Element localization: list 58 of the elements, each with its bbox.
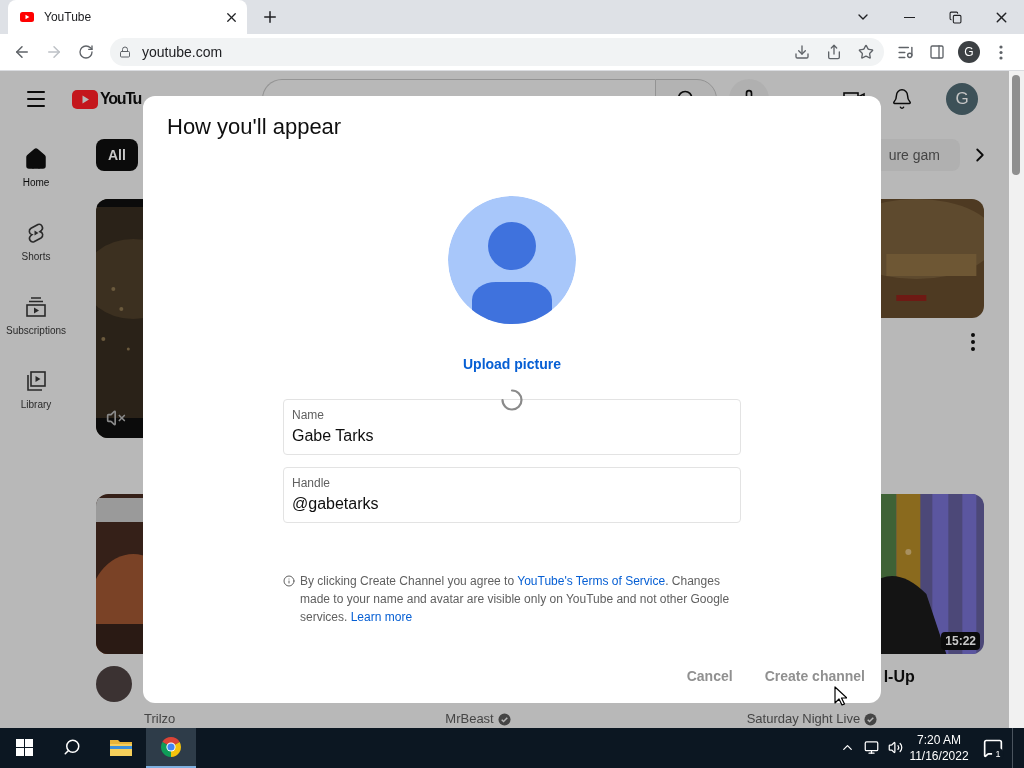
minimize-icon — [903, 16, 915, 18]
share-icon — [826, 44, 842, 60]
account-avatar[interactable]: G — [946, 83, 978, 115]
youtube-favicon-icon — [20, 12, 34, 22]
chrome-icon — [159, 735, 183, 759]
text-field[interactable]: Name Gabe Tarks — [283, 399, 741, 455]
message-icon — [983, 738, 1003, 758]
star-icon — [858, 44, 874, 60]
browser-tab[interactable]: YouTube — [8, 0, 247, 34]
upload-picture-link[interactable]: Upload picture — [463, 354, 561, 374]
url-text: youtube.com — [142, 44, 224, 60]
tab-title: YouTube — [44, 10, 93, 24]
bell-icon — [891, 88, 913, 110]
field-value: Gabe Tarks — [292, 426, 374, 446]
reload-icon — [78, 44, 94, 60]
sidebar-item[interactable]: Home — [0, 131, 72, 205]
mute-icon[interactable] — [106, 408, 126, 428]
scrollbar-thumb[interactable] — [1012, 75, 1020, 175]
logo-text[interactable]: YouTu — [100, 90, 141, 108]
youtube-logo-icon[interactable] — [72, 89, 98, 109]
channel-name[interactable]: MrBeast — [445, 711, 494, 727]
speaker-icon — [887, 739, 903, 755]
lock-icon — [119, 46, 131, 58]
scrollbar[interactable] — [1009, 71, 1024, 728]
learn-more-link[interactable]: Learn more — [350, 610, 413, 624]
dialog-title: How you'll appear — [167, 113, 343, 141]
download-icon — [794, 44, 810, 60]
field-value: @gabetarks — [292, 494, 379, 514]
info-icon — [283, 575, 295, 587]
channel-name[interactable]: Trilzo — [144, 711, 176, 727]
video-duration: 15:22 — [941, 632, 980, 650]
terms-notice: By clicking Create Channel you agree to YouTube's Terms of Service. Changes made to your name and avatar are visible only on YouTube and not other Google services. Learn more — [300, 573, 731, 626]
sidebar-item[interactable]: Library — [0, 353, 72, 427]
kebab-icon — [999, 44, 1003, 60]
address-bar[interactable]: youtube.com — [110, 38, 884, 66]
sidebar-item[interactable]: Shorts — [0, 205, 72, 279]
filter-chip[interactable]: All — [96, 139, 138, 171]
clock-time[interactable]: 7:20 AM — [917, 732, 961, 748]
field-label: Name — [292, 407, 325, 423]
taskbar-app-button[interactable] — [146, 728, 196, 768]
restore-icon — [948, 10, 962, 24]
plus-icon — [261, 8, 279, 26]
search-icon — [63, 738, 81, 756]
channel-avatar[interactable] — [96, 666, 132, 702]
folder-icon — [109, 737, 133, 757]
notification-count: 1 — [992, 748, 1004, 760]
monitor-icon — [863, 739, 879, 755]
avatar-icon — [448, 196, 576, 324]
clock-date[interactable]: 11/16/2022 — [909, 748, 969, 764]
forward-arrow-icon — [45, 43, 63, 61]
text-field[interactable]: Handle @gabetarks — [283, 467, 741, 523]
profile-button[interactable]: G — [958, 41, 980, 63]
channel-name[interactable]: Saturday Night Live — [746, 711, 861, 727]
side-panel-icon — [929, 44, 945, 60]
field-label: Handle — [292, 475, 332, 491]
notifications-center-button[interactable]: 1 — [974, 728, 1012, 768]
sidebar-item[interactable]: Subscriptions — [0, 279, 72, 353]
windows-logo-icon — [15, 738, 33, 756]
